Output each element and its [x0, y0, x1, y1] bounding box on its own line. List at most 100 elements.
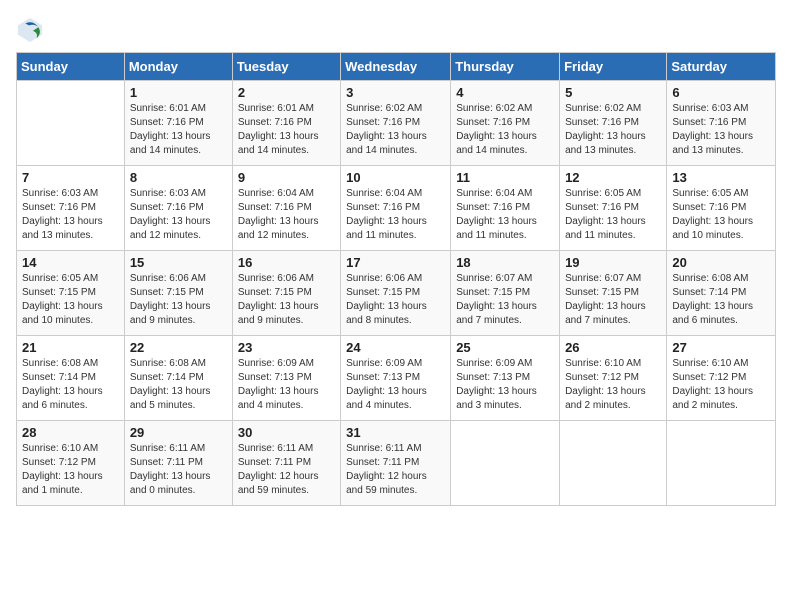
- day-number: 28: [22, 425, 119, 440]
- day-number: 30: [238, 425, 335, 440]
- calendar-cell: 26 Sunrise: 6:10 AM Sunset: 7:12 PM Dayli…: [560, 336, 667, 421]
- calendar-cell: 27 Sunrise: 6:10 AM Sunset: 7:12 PM Dayli…: [667, 336, 776, 421]
- calendar-table: SundayMondayTuesdayWednesdayThursdayFrid…: [16, 52, 776, 506]
- day-info: Sunrise: 6:04 AM Sunset: 7:16 PM Dayligh…: [346, 187, 445, 243]
- calendar-cell: 11Sunrise: 6:04 AM Sunset: 7:16 PM Dayli…: [451, 166, 560, 251]
- calendar-cell: 25 Sunrise: 6:09 AM Sunset: 7:13 PM Dayli…: [451, 336, 560, 421]
- calendar-cell: 20 Sunrise: 6:08 AM Sunset: 7:14 PM Dayli…: [667, 251, 776, 336]
- calendar-cell: 3 Sunrise: 6:02 AM Sunset: 7:16 PM Daylig…: [341, 81, 451, 166]
- calendar-cell: 5 Sunrise: 6:02 AM Sunset: 7:16 PM Daylig…: [560, 81, 667, 166]
- day-info: Sunrise: 6:04 AM Sunset: 7:16 PM Dayligh…: [238, 187, 335, 243]
- day-info: Sunrise: 6:10 AM Sunset: 7:12 PM Dayligh…: [22, 442, 119, 498]
- day-number: 29: [130, 425, 227, 440]
- day-info: Sunrise: 6:09 AM Sunset: 7:13 PM Dayligh…: [456, 357, 554, 413]
- day-number: 17: [346, 255, 445, 270]
- day-number: 1: [130, 85, 227, 100]
- day-number: 13: [672, 170, 770, 185]
- day-number: 24: [346, 340, 445, 355]
- day-number: 26: [565, 340, 661, 355]
- day-of-week-header: Friday: [560, 53, 667, 81]
- day-number: 4: [456, 85, 554, 100]
- day-number: 15: [130, 255, 227, 270]
- day-info: Sunrise: 6:07 AM Sunset: 7:15 PM Dayligh…: [456, 272, 554, 328]
- calendar-cell: 18 Sunrise: 6:07 AM Sunset: 7:15 PM Dayli…: [451, 251, 560, 336]
- calendar-cell: [17, 81, 125, 166]
- day-info: Sunrise: 6:07 AM Sunset: 7:15 PM Dayligh…: [565, 272, 661, 328]
- day-info: Sunrise: 6:03 AM Sunset: 7:16 PM Dayligh…: [672, 102, 770, 158]
- day-number: 2: [238, 85, 335, 100]
- day-number: 25: [456, 340, 554, 355]
- day-number: 21: [22, 340, 119, 355]
- day-number: 16: [238, 255, 335, 270]
- day-of-week-header: Monday: [124, 53, 232, 81]
- day-info: Sunrise: 6:06 AM Sunset: 7:15 PM Dayligh…: [130, 272, 227, 328]
- calendar-cell: 8 Sunrise: 6:03 AM Sunset: 7:16 PM Daylig…: [124, 166, 232, 251]
- calendar-cell: 19Sunrise: 6:07 AM Sunset: 7:15 PM Dayli…: [560, 251, 667, 336]
- day-of-week-header: Tuesday: [232, 53, 340, 81]
- day-info: Sunrise: 6:03 AM Sunset: 7:16 PM Dayligh…: [22, 187, 119, 243]
- calendar-cell: 12 Sunrise: 6:05 AM Sunset: 7:16 PM Dayli…: [560, 166, 667, 251]
- day-number: 9: [238, 170, 335, 185]
- day-number: 27: [672, 340, 770, 355]
- calendar-cell: 6 Sunrise: 6:03 AM Sunset: 7:16 PM Daylig…: [667, 81, 776, 166]
- day-of-week-header: Thursday: [451, 53, 560, 81]
- calendar-week-row: 7 Sunrise: 6:03 AM Sunset: 7:16 PM Daylig…: [17, 166, 776, 251]
- calendar-cell: 30 Sunrise: 6:11 AM Sunset: 7:11 PM Dayli…: [232, 421, 340, 506]
- day-of-week-header: Sunday: [17, 53, 125, 81]
- calendar-cell: 13 Sunrise: 6:05 AM Sunset: 7:16 PM Dayli…: [667, 166, 776, 251]
- day-info: Sunrise: 6:09 AM Sunset: 7:13 PM Dayligh…: [238, 357, 335, 413]
- day-info: Sunrise: 6:08 AM Sunset: 7:14 PM Dayligh…: [672, 272, 770, 328]
- calendar-cell: 16 Sunrise: 6:06 AM Sunset: 7:15 PM Dayli…: [232, 251, 340, 336]
- day-number: 8: [130, 170, 227, 185]
- day-number: 22: [130, 340, 227, 355]
- day-info: Sunrise: 6:08 AM Sunset: 7:14 PM Dayligh…: [22, 357, 119, 413]
- calendar-cell: 22 Sunrise: 6:08 AM Sunset: 7:14 PM Dayli…: [124, 336, 232, 421]
- calendar-cell: 4 Sunrise: 6:02 AM Sunset: 7:16 PM Daylig…: [451, 81, 560, 166]
- calendar-cell: 21 Sunrise: 6:08 AM Sunset: 7:14 PM Dayli…: [17, 336, 125, 421]
- calendar-cell: [667, 421, 776, 506]
- day-number: 20: [672, 255, 770, 270]
- day-info: Sunrise: 6:01 AM Sunset: 7:16 PM Dayligh…: [130, 102, 227, 158]
- calendar-cell: 24 Sunrise: 6:09 AM Sunset: 7:13 PM Dayli…: [341, 336, 451, 421]
- day-info: Sunrise: 6:06 AM Sunset: 7:15 PM Dayligh…: [238, 272, 335, 328]
- day-info: Sunrise: 6:03 AM Sunset: 7:16 PM Dayligh…: [130, 187, 227, 243]
- day-number: 18: [456, 255, 554, 270]
- logo: [16, 16, 48, 44]
- day-number: 31: [346, 425, 445, 440]
- day-info: Sunrise: 6:05 AM Sunset: 7:16 PM Dayligh…: [672, 187, 770, 243]
- day-info: Sunrise: 6:09 AM Sunset: 7:13 PM Dayligh…: [346, 357, 445, 413]
- calendar-cell: 28 Sunrise: 6:10 AM Sunset: 7:12 PM Dayli…: [17, 421, 125, 506]
- day-info: Sunrise: 6:04 AM Sunset: 7:16 PM Dayligh…: [456, 187, 554, 243]
- day-info: Sunrise: 6:10 AM Sunset: 7:12 PM Dayligh…: [672, 357, 770, 413]
- day-number: 3: [346, 85, 445, 100]
- day-number: 6: [672, 85, 770, 100]
- day-info: Sunrise: 6:02 AM Sunset: 7:16 PM Dayligh…: [456, 102, 554, 158]
- logo-icon: [16, 16, 44, 44]
- day-number: 5: [565, 85, 661, 100]
- day-info: Sunrise: 6:08 AM Sunset: 7:14 PM Dayligh…: [130, 357, 227, 413]
- day-info: Sunrise: 6:02 AM Sunset: 7:16 PM Dayligh…: [346, 102, 445, 158]
- page-header: [16, 16, 776, 44]
- day-info: Sunrise: 6:11 AM Sunset: 7:11 PM Dayligh…: [346, 442, 445, 498]
- day-number: 7: [22, 170, 119, 185]
- day-of-week-header: Saturday: [667, 53, 776, 81]
- day-info: Sunrise: 6:05 AM Sunset: 7:16 PM Dayligh…: [565, 187, 661, 243]
- day-number: 14: [22, 255, 119, 270]
- day-number: 23: [238, 340, 335, 355]
- day-info: Sunrise: 6:06 AM Sunset: 7:15 PM Dayligh…: [346, 272, 445, 328]
- day-info: Sunrise: 6:11 AM Sunset: 7:11 PM Dayligh…: [238, 442, 335, 498]
- calendar-week-row: 28 Sunrise: 6:10 AM Sunset: 7:12 PM Dayli…: [17, 421, 776, 506]
- day-info: Sunrise: 6:05 AM Sunset: 7:15 PM Dayligh…: [22, 272, 119, 328]
- calendar-cell: 7 Sunrise: 6:03 AM Sunset: 7:16 PM Daylig…: [17, 166, 125, 251]
- day-number: 12: [565, 170, 661, 185]
- day-number: 10: [346, 170, 445, 185]
- calendar-cell: 9 Sunrise: 6:04 AM Sunset: 7:16 PM Daylig…: [232, 166, 340, 251]
- calendar-header-row: SundayMondayTuesdayWednesdayThursdayFrid…: [17, 53, 776, 81]
- day-info: Sunrise: 6:02 AM Sunset: 7:16 PM Dayligh…: [565, 102, 661, 158]
- calendar-cell: 31 Sunrise: 6:11 AM Sunset: 7:11 PM Dayli…: [341, 421, 451, 506]
- calendar-cell: 29Sunrise: 6:11 AM Sunset: 7:11 PM Dayli…: [124, 421, 232, 506]
- calendar-cell: [560, 421, 667, 506]
- calendar-week-row: 21 Sunrise: 6:08 AM Sunset: 7:14 PM Dayli…: [17, 336, 776, 421]
- calendar-cell: 15 Sunrise: 6:06 AM Sunset: 7:15 PM Dayli…: [124, 251, 232, 336]
- day-info: Sunrise: 6:10 AM Sunset: 7:12 PM Dayligh…: [565, 357, 661, 413]
